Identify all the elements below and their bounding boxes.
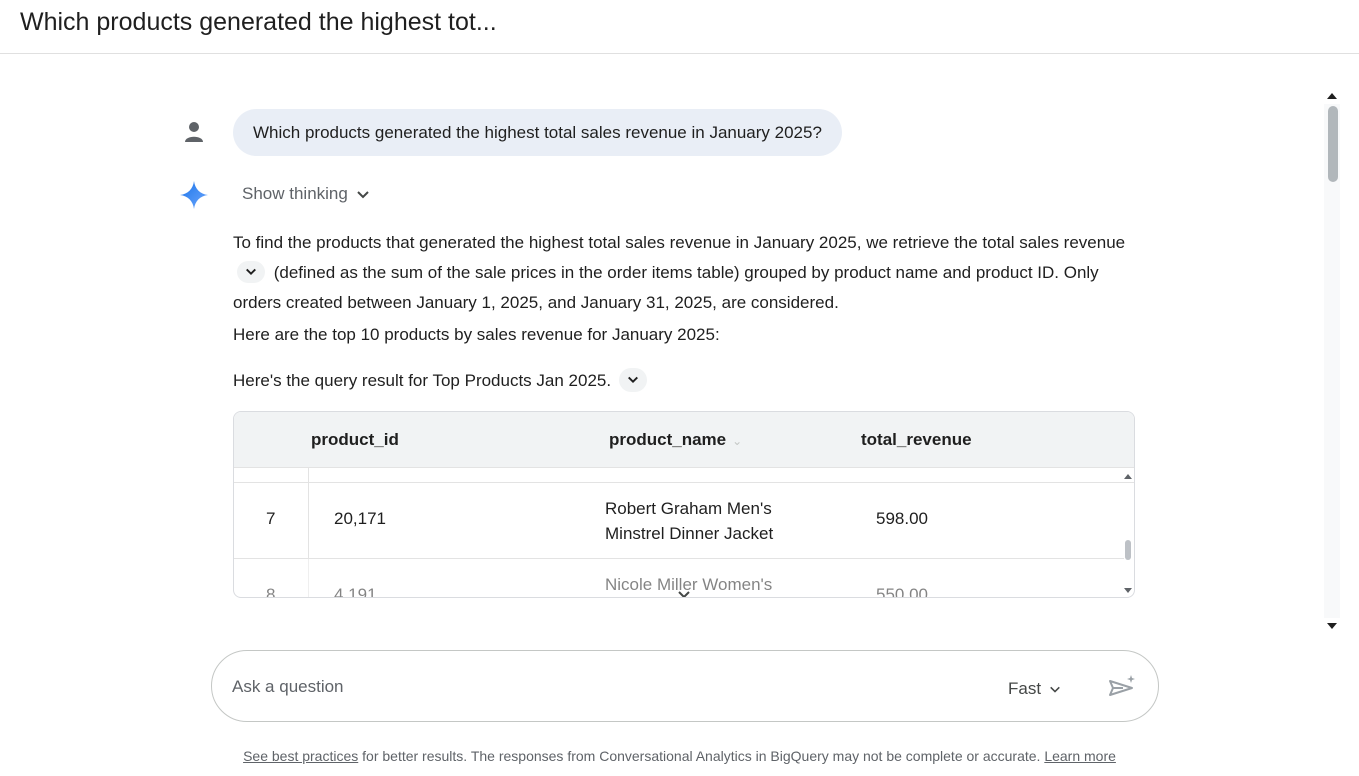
query-result-line: Here's the query result for Top Products… [233,366,651,396]
conversation-area[interactable]: Which products generated the highest tot… [0,0,1322,644]
answer-paragraph: To find the products that generated the … [233,228,1133,318]
column-header-product-name-label: product_name [609,430,727,449]
question-input[interactable] [232,673,972,701]
page-scroll-up-arrow[interactable] [1326,91,1338,100]
cell-total-revenue: 550.00 [876,585,928,598]
answer-intro-line: Here are the top 10 products by sales re… [233,325,720,344]
table-scrollbar-thumb[interactable] [1125,540,1131,560]
chevron-down-icon [628,376,639,383]
column-header-product-id[interactable]: product_id [311,430,399,450]
disclaimer-text: for better results. The responses from C… [358,748,1045,764]
answer-text-part1: To find the products that generated the … [233,233,1126,252]
show-thinking-label: Show thinking [242,184,348,203]
mode-selector[interactable]: Fast [1008,679,1061,699]
chevron-down-icon [357,191,369,199]
table-row-partial [234,468,1134,483]
sort-chevron-icon: ⌄ [732,434,743,448]
page-scrollbar-thumb[interactable] [1328,106,1338,182]
row-index: 7 [266,509,276,528]
column-header-product-name[interactable]: product_name ⌄ [609,430,742,450]
row-index: 8 [266,585,276,598]
table-header: product_id product_name ⌄ total_revenue [234,412,1134,468]
user-question-bubble: Which products generated the highest tot… [233,109,842,156]
mode-label: Fast [1008,679,1042,698]
cell-product-name: Robert Graham Men's Minstrel Dinner Jack… [605,499,774,543]
page-scroll-down-arrow[interactable] [1326,622,1338,631]
chevron-down-icon [246,268,256,276]
table-scroll-down-arrow[interactable] [1123,587,1133,595]
column-header-total-revenue[interactable]: total_revenue [861,430,972,450]
table-row[interactable]: 7 20,171 Robert Graham Men's Minstrel Di… [234,483,1124,559]
chevron-down-icon [1050,686,1060,693]
cell-product-name: Nicole Miller Women's [605,575,773,594]
cell-product-id: 4,191 [334,585,377,598]
person-icon [183,120,205,144]
table-body[interactable]: 7 20,171 Robert Graham Men's Minstrel Di… [234,483,1124,598]
cell-total-revenue: 598.00 [876,509,928,528]
query-result-label: Here's the query result for Top Products… [233,371,612,390]
answer-text-part2: (defined as the sum of the sale prices i… [233,263,1099,312]
show-thinking-toggle[interactable]: Show thinking [242,184,370,204]
query-result-expand-button[interactable] [619,367,648,392]
disclaimer-footer: See best practices for better results. T… [0,748,1359,764]
question-composer: Fast [211,650,1159,722]
table-expand-chevron-icon[interactable] [677,590,691,598]
table-scroll-up-arrow[interactable] [1123,472,1133,480]
definition-expand-button[interactable] [237,261,265,284]
best-practices-link[interactable]: See best practices [243,748,358,764]
gemini-sparkle-icon [179,180,209,210]
results-table[interactable]: product_id product_name ⌄ total_revenue 7… [233,411,1135,598]
cell-product-id: 20,171 [334,509,386,528]
learn-more-link[interactable]: Learn more [1044,748,1116,764]
send-icon[interactable] [1107,673,1137,703]
